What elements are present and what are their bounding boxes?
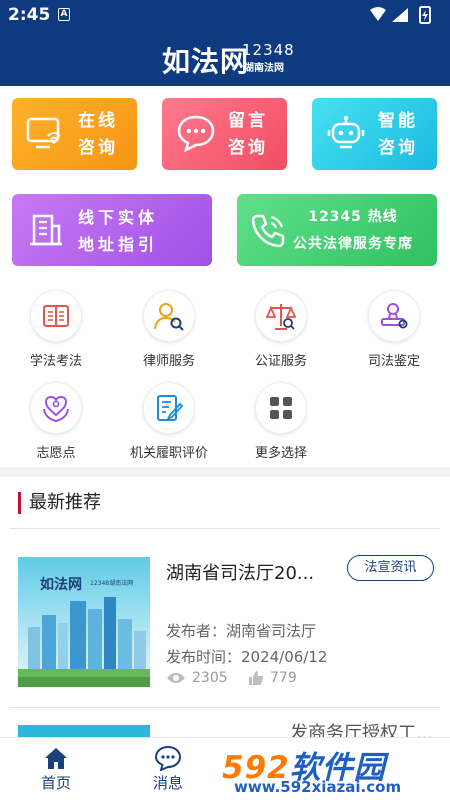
news-likes[interactable]: 779	[248, 670, 297, 686]
eye-icon	[167, 673, 185, 683]
status-bar: 2:45 A	[0, 0, 450, 30]
service-volunteer-label: 志愿点	[36, 446, 76, 461]
service-notary[interactable]: 公证服务	[231, 290, 331, 369]
status-time: 2:45	[8, 5, 51, 25]
service-more[interactable]: 更多选择	[231, 382, 331, 461]
watermark-url: www.592xiazai.com	[234, 778, 402, 796]
service-performance-review[interactable]: 机关履职评价	[119, 382, 219, 461]
status-icons	[368, 5, 440, 28]
news-divider	[10, 707, 440, 708]
service-study-law[interactable]: 学法考法	[6, 290, 106, 369]
edit-document-icon	[143, 382, 195, 434]
online-consult-card[interactable]: 在线 咨询	[12, 98, 137, 170]
tab-home-label: 首页	[40, 774, 71, 792]
online-consult-label: 在线 咨询	[78, 111, 118, 158]
notification-a-icon: A	[58, 8, 70, 21]
message-consult-label: 留言 咨询	[228, 111, 268, 158]
news-views-count: 2305	[192, 670, 228, 686]
offline-address-card[interactable]: 线下实体 地址指引	[12, 194, 212, 266]
chat-bubble-icon	[176, 114, 216, 156]
smart-consult-card[interactable]: 智能 咨询	[312, 98, 437, 170]
tab-home[interactable]: 首页	[26, 744, 86, 793]
news-title[interactable]: 湖南省司法厅20...	[166, 559, 314, 585]
computer-wifi-icon	[26, 116, 66, 156]
app-header: 如法网 12348 湖南法网	[0, 30, 450, 86]
service-lawyer-label: 律师服务	[142, 354, 195, 369]
grid-icon	[255, 382, 307, 434]
service-lawyer[interactable]: 律师服务	[119, 290, 219, 369]
news-likes-count: 779	[270, 670, 297, 686]
tab-messages-label: 消息	[152, 774, 183, 792]
section-divider	[0, 467, 450, 477]
heart-hands-icon	[30, 382, 82, 434]
thumbs-up-icon	[249, 671, 264, 685]
home-icon	[26, 744, 86, 772]
latest-recommend-title: 最新推荐	[18, 492, 101, 514]
message-consult-card[interactable]: 留言 咨询	[162, 98, 287, 170]
scales-icon	[255, 290, 307, 342]
news-category-tag[interactable]: 法宣资讯	[347, 555, 434, 581]
service-forensic[interactable]: 司法鉴定	[344, 290, 444, 369]
hotline-label: 12345 热线 公共法律服务专席	[293, 209, 413, 252]
service-study-law-label: 学法考法	[29, 354, 82, 369]
app-logo-text: 如法网	[162, 45, 250, 78]
service-forensic-label: 司法鉴定	[367, 354, 420, 369]
news-thumbnail[interactable]: 如法网 12348湖南法网	[18, 557, 150, 687]
service-more-label: 更多选择	[254, 446, 307, 461]
smart-consult-label: 智能 咨询	[378, 111, 418, 158]
tab-messages[interactable]: 消息	[138, 744, 198, 793]
phone-icon	[249, 212, 287, 254]
news-publisher: 发布者：湖南省司法厅	[166, 622, 317, 640]
service-volunteer[interactable]: 志愿点	[6, 382, 106, 461]
city-skyline-image	[18, 597, 150, 687]
message-icon	[138, 744, 198, 772]
seal-icon	[368, 290, 420, 342]
site-watermark: 592软件园 www.592xiazai.com	[222, 740, 450, 800]
section-title-divider	[10, 528, 440, 529]
news-views: 2305	[166, 670, 228, 686]
service-notary-label: 公证服务	[254, 354, 307, 369]
news-thumbnail-2[interactable]	[18, 725, 150, 737]
offline-address-label: 线下实体 地址指引	[78, 208, 159, 254]
building-icon	[28, 212, 64, 252]
robot-icon	[326, 114, 366, 156]
news-publish-time: 发布时间：2024/06/12	[166, 648, 328, 666]
wifi-signal-battery-icon	[370, 5, 431, 24]
service-performance-review-label: 机关履职评价	[129, 446, 208, 461]
book-icon	[30, 290, 82, 342]
app-logo-subtitle: 湖南法网	[244, 63, 284, 74]
hotline-12345-card[interactable]: 12345 热线 公共法律服务专席	[237, 194, 437, 266]
app-logo-number: 12348	[242, 41, 295, 59]
lawyer-icon	[143, 290, 195, 342]
